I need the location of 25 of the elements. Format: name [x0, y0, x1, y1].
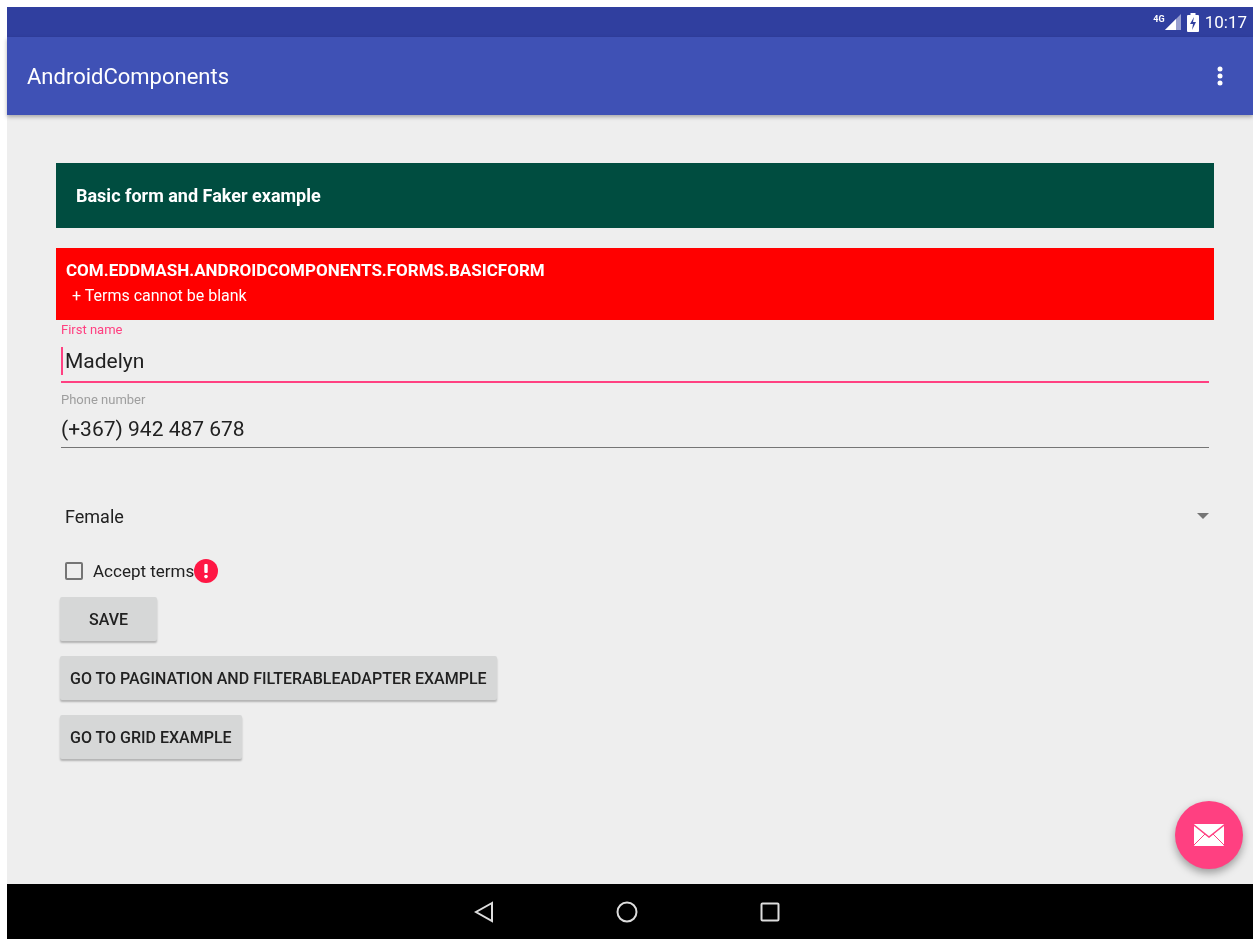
more-options-icon[interactable]: [1217, 66, 1223, 86]
back-icon[interactable]: [473, 900, 494, 923]
text-field[interactable]: Madelyn: [61, 337, 1209, 383]
action-button[interactable]: GO TO PAGINATION AND FILTERABLEADAPTER EXAMPLE: [60, 656, 497, 700]
error-title: COM.EDDMASH.ANDROIDCOMPONENTS.FORMS.BASICFORM: [66, 260, 546, 280]
battery-icon: [1186, 12, 1199, 32]
error-message: + Terms cannot be blank: [71, 286, 248, 305]
field-label: First name: [61, 322, 124, 337]
email-fab[interactable]: [1175, 801, 1243, 869]
network-label: 4G: [1153, 14, 1165, 24]
app-title: AndroidComponents: [27, 63, 230, 89]
envelope-icon: [1194, 824, 1224, 846]
clock: 10:17: [1204, 12, 1247, 32]
action-button[interactable]: SAVE: [60, 597, 157, 641]
checkbox[interactable]: [65, 562, 83, 580]
checkbox-label[interactable]: Accept terms: [93, 561, 195, 581]
text-field[interactable]: (+367) 942 487 678: [61, 407, 1209, 448]
field-label: Phone number: [61, 392, 147, 407]
home-icon[interactable]: [615, 900, 638, 923]
action-button[interactable]: GO TO GRID EXAMPLE: [60, 715, 242, 759]
recents-icon[interactable]: [759, 901, 780, 922]
gender-dropdown[interactable]: Female: [61, 500, 1209, 532]
banner: Basic form and Faker example: [56, 163, 1214, 228]
signal-icon: [1164, 14, 1181, 30]
caret-icon: [1197, 513, 1209, 519]
